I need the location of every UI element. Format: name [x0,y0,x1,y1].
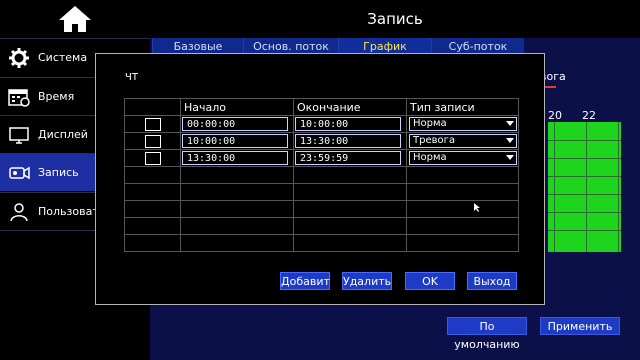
hour-label: 20 [548,109,562,122]
chevron-down-icon [506,138,514,143]
grid-line [586,122,587,252]
weekday-label: ЧТ [125,72,138,83]
delete-button[interactable]: Удалить [342,272,392,290]
table-header-row: Начало Окончание Тип записи [124,98,519,116]
table-row: 13:30:00 23:59:59 Норма [124,149,519,167]
sidebar-item-label: Время [38,90,75,103]
camera-icon [6,162,32,184]
home-icon [59,6,91,32]
ok-button[interactable]: OK [405,272,455,290]
start-time-field[interactable]: 00:00:00 [182,117,288,131]
record-type-color-marker [544,86,556,88]
grid-line [548,230,621,231]
header-end: Окончание [293,98,407,116]
grid-line [554,122,555,252]
grid-line [548,176,621,177]
mouse-cursor-icon [474,203,480,212]
sidebar-item-label: Дисплей [38,128,88,141]
record-type-value: Норма [413,118,447,129]
sidebar-item-label: Пользоват [38,205,99,218]
end-time-field[interactable]: 23:59:59 [295,151,401,165]
schedule-grid[interactable] [548,122,621,252]
table-row-empty [124,217,519,235]
exit-button[interactable]: Выход [467,272,517,290]
sidebar-item-label: Запись [38,166,79,179]
sidebar-item-label: Система [38,51,88,64]
grid-line [548,212,621,213]
hour-label: 22 [582,109,596,122]
start-time-field[interactable]: 10:00:00 [182,134,288,148]
record-type-value: Норма [413,152,447,163]
home-button[interactable] [0,0,150,38]
row-checkbox[interactable] [144,117,161,131]
end-time-field[interactable]: 13:30:00 [295,134,401,148]
default-button[interactable]: По умолчанию [447,317,527,351]
page-title: Запись [150,0,640,38]
user-icon [6,201,32,223]
header-select [124,98,181,116]
grid-line [548,158,621,159]
grid-line [548,194,621,195]
start-time-field[interactable]: 13:30:00 [182,151,288,165]
table-row: 00:00:00 10:00:00 Норма [124,115,519,133]
grid-line [618,122,619,252]
row-checkbox[interactable] [144,134,161,148]
apply-button[interactable]: Применить [540,317,620,335]
end-time-field[interactable]: 10:00:00 [295,117,401,131]
calendar-icon [6,86,32,108]
header-start: Начало [180,98,294,116]
grid-line [548,140,621,141]
table-row-empty [124,200,519,218]
record-type-select[interactable]: Норма [409,117,517,131]
chevron-down-icon [506,155,514,160]
schedule-table: Начало Окончание Тип записи 00:00:00 10:… [124,98,519,252]
gear-icon [6,47,32,69]
monitor-icon [6,124,32,146]
record-type-tab-alarm[interactable]: вога [540,66,630,88]
table-row-empty [124,166,519,184]
record-type-select[interactable]: Тревога [409,134,517,148]
row-checkbox[interactable] [144,151,161,165]
record-type-value: Тревога [413,135,456,146]
table-row-empty [124,234,519,252]
table-row: 10:00:00 13:30:00 Тревога [124,132,519,150]
chevron-down-icon [506,121,514,126]
record-type-select[interactable]: Норма [409,151,517,165]
header-type: Тип записи [406,98,519,116]
table-row-empty [124,183,519,201]
add-button[interactable]: Добавит [280,272,330,290]
